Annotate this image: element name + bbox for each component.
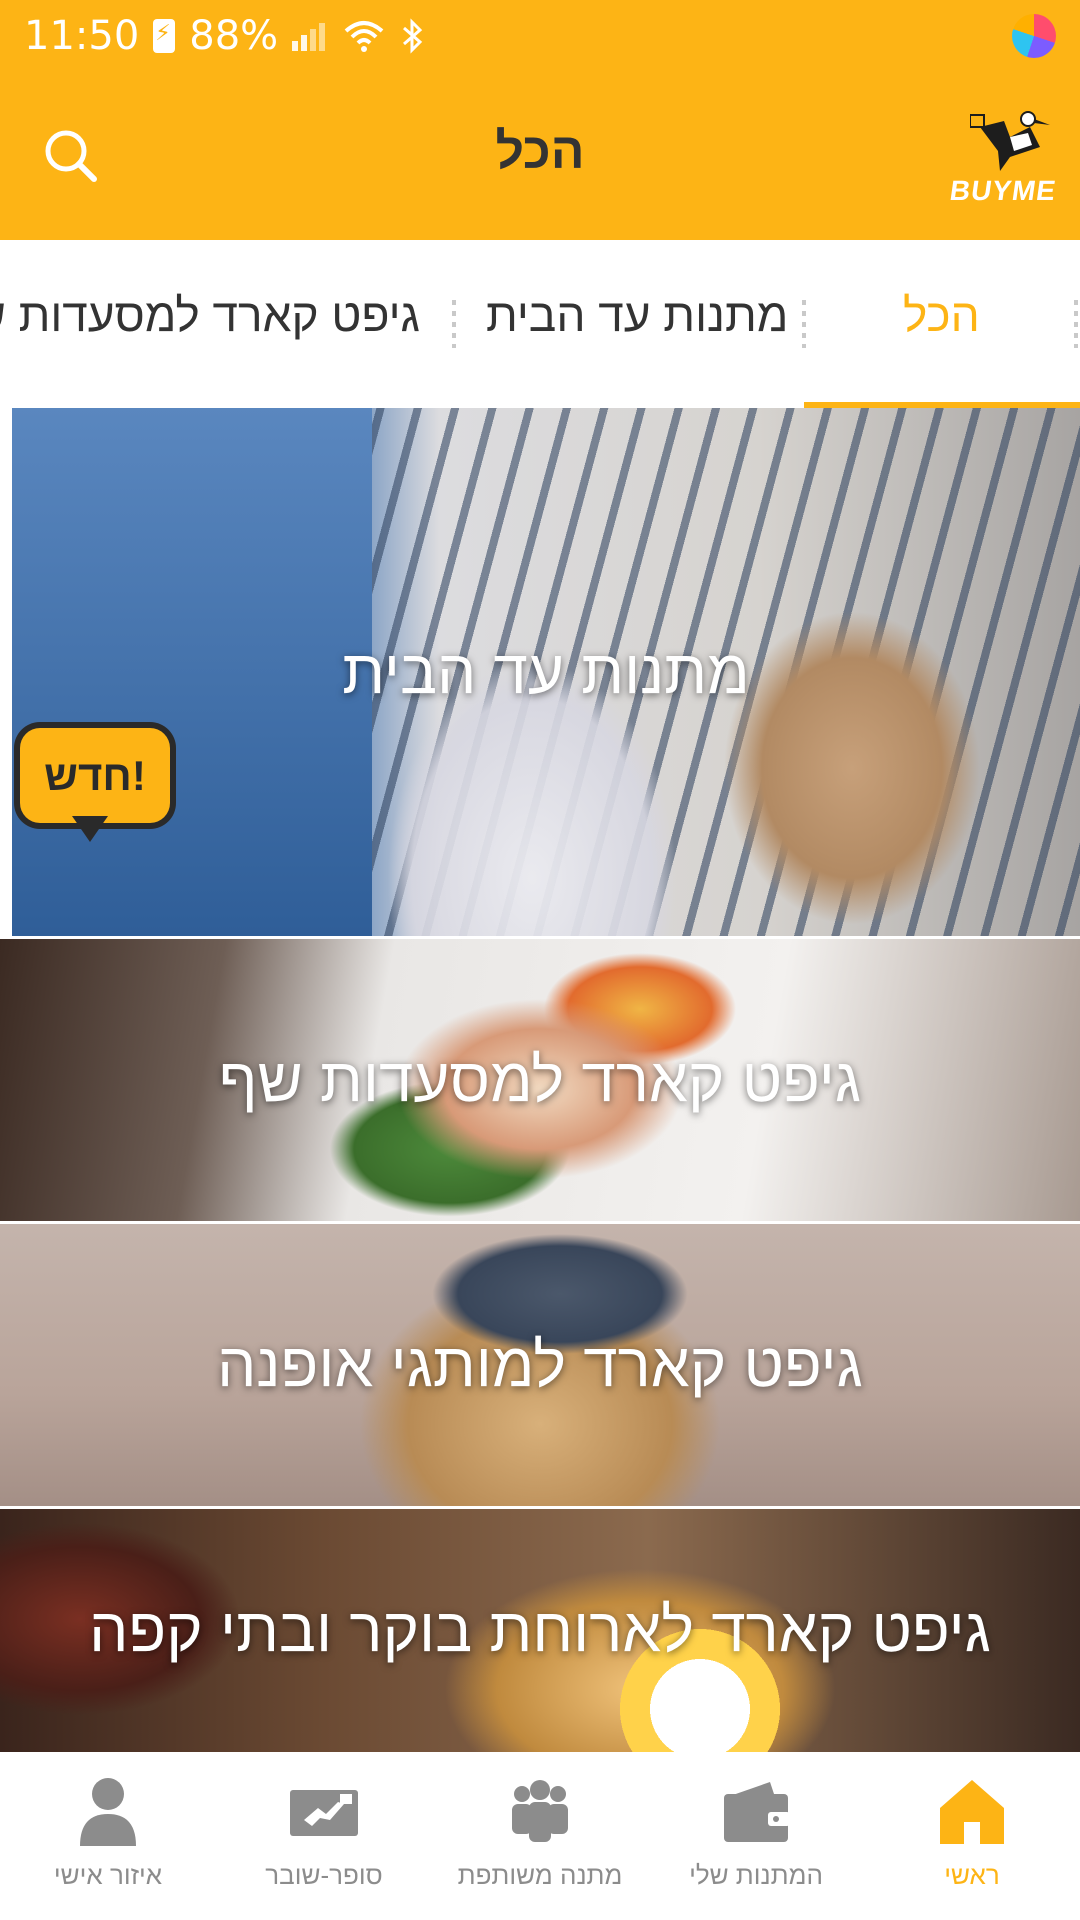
banner-label: גיפט קארד לארוחת בוקר ובתי קפה [89, 1596, 991, 1665]
home-icon [940, 1780, 1004, 1844]
new-badge-label: חדש! [20, 728, 170, 823]
nav-label: מתנה משותפת [457, 1860, 623, 1890]
nav-label: סופר-שובר [265, 1860, 383, 1890]
banner-label: גיפט קארד למותגי אופנה [217, 1330, 863, 1400]
nav-personal-area[interactable]: איזור אישי [0, 1752, 216, 1920]
app-bar: הכל BUYME [0, 72, 1080, 240]
banner-fashion-brands[interactable]: גיפט קארד למותגי אופנה [0, 1224, 1080, 1506]
stork-icon [970, 111, 1050, 171]
tab-divider [1074, 300, 1078, 348]
banner-home-gifts[interactable]: חדש! מתנות עד הבית [12, 408, 1080, 936]
new-badge: חדש! [12, 728, 172, 842]
app-notification-icon [1012, 14, 1056, 58]
page-title: הכל [495, 123, 585, 179]
wallet-icon [724, 1782, 790, 1842]
banner-breakfast-cafes[interactable]: גיפט קארד לארוחת בוקר ובתי קפה [0, 1509, 1080, 1752]
nav-label: ראשי [944, 1860, 1000, 1890]
banner-label: מתנות עד הבית [342, 637, 750, 707]
tab-all[interactable]: הכל [903, 288, 980, 342]
tab-chef-restaurants[interactable]: גיפט קארד למסעדות שף [0, 288, 420, 342]
banner-chef-restaurants[interactable]: גיפט קארד למסעדות שף [0, 939, 1080, 1221]
bottom-navigation: ראשי המתנות שלי מתנה משותפת סופר-שובר אי… [0, 1752, 1080, 1920]
buyme-logo[interactable]: BUYME [947, 107, 1070, 207]
nav-shared-gift[interactable]: מתנה משותפת [432, 1752, 648, 1920]
nav-label: המתנות שלי [689, 1860, 823, 1890]
person-icon [80, 1778, 136, 1846]
signal-icon [292, 21, 328, 51]
nav-label: איזור אישי [53, 1860, 163, 1890]
battery-icon [153, 19, 176, 53]
category-tabs: הכל מתנות עד הבית גיפט קארד למסעדות שף [0, 240, 1080, 408]
bluetooth-icon [400, 18, 424, 54]
tab-home-gifts[interactable]: מתנות עד הבית [486, 288, 788, 342]
status-time: 11:50 [24, 13, 140, 59]
tab-divider [452, 300, 456, 348]
group-icon [512, 1780, 568, 1842]
voucher-icon [290, 1790, 358, 1836]
battery-percent: 88% [189, 13, 279, 59]
nav-super-voucher[interactable]: סופר-שובר [216, 1752, 432, 1920]
nav-my-gifts[interactable]: המתנות שלי [648, 1752, 864, 1920]
nav-home[interactable]: ראשי [864, 1752, 1080, 1920]
tab-divider [802, 300, 806, 348]
wifi-icon [342, 19, 386, 53]
logo-text: BUYME [947, 175, 1059, 206]
banner-label: גיפט קארד למסעדות שף [218, 1045, 862, 1115]
status-bar: 11:50 88% [0, 0, 1080, 72]
